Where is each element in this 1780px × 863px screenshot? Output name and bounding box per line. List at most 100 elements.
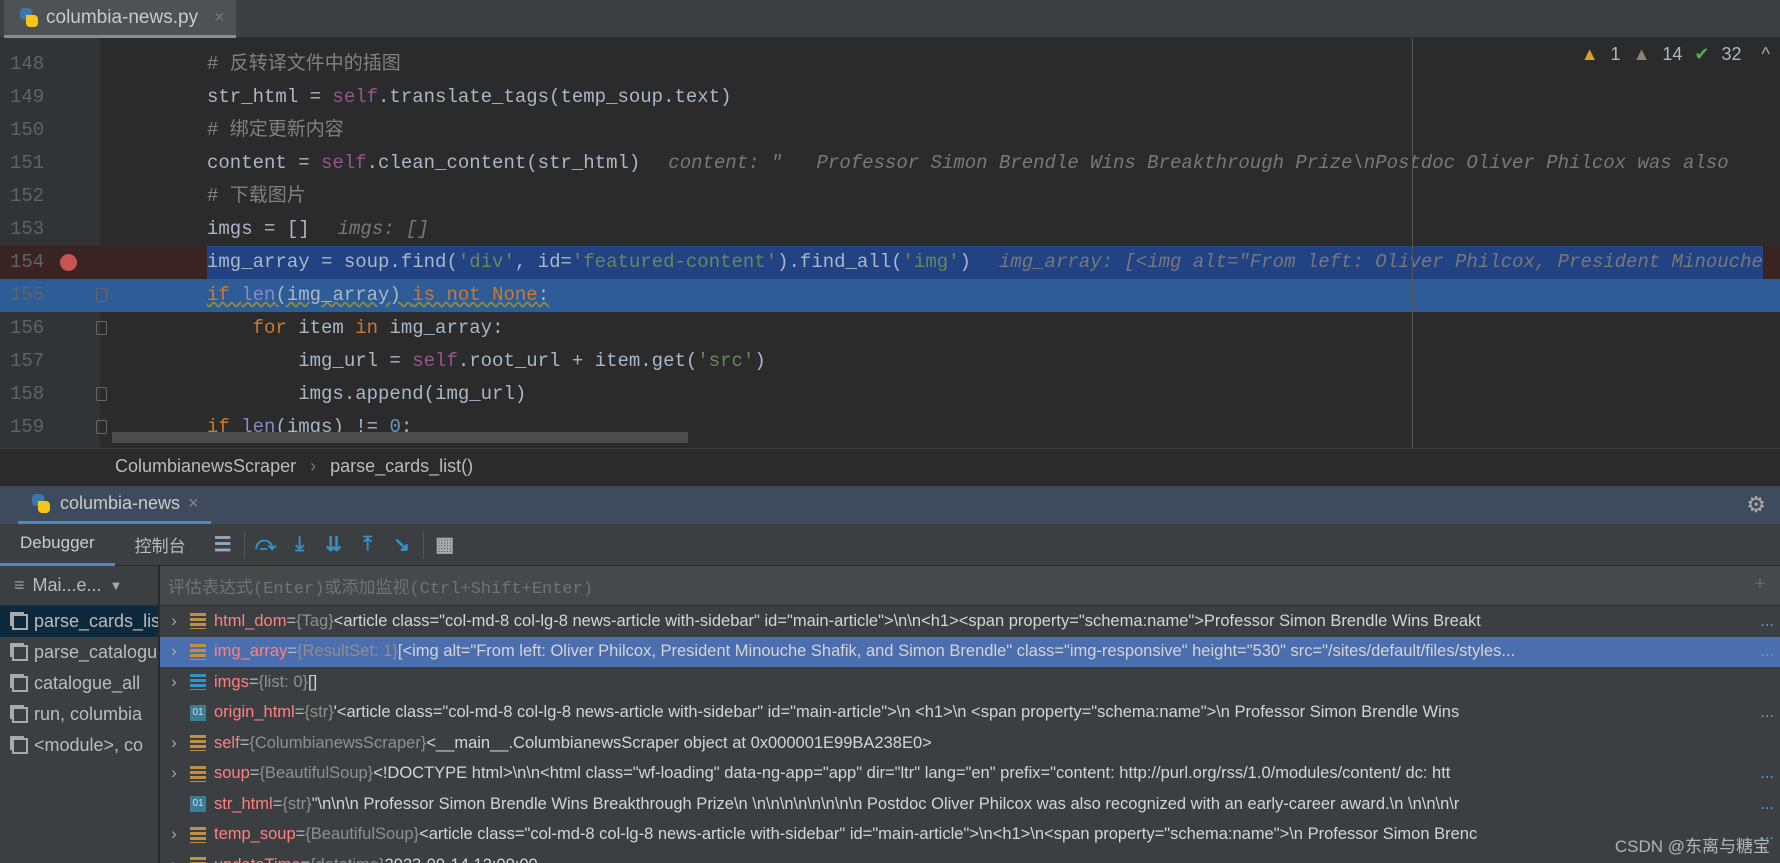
code-line[interactable]: 148 # 反转译文件中的插图 [0,48,1780,81]
step-over-icon[interactable]: ⤼ [249,533,283,556]
expand-chevron-icon[interactable]: › [162,856,186,863]
variable-row[interactable]: › soup = {BeautifulSoup} <!DOCTYPE html>\… [160,759,1780,790]
variable-row[interactable]: › html_dom = {Tag} <article class="col-md… [160,606,1780,637]
expand-chevron-icon[interactable]: › [162,612,186,631]
code-line[interactable]: 150 # 绑定更新内容 [0,114,1780,147]
expand-chevron-icon[interactable]: › [162,825,186,844]
frame-label: <module>, co [34,735,144,755]
add-watch-icon[interactable]: + [1754,574,1766,597]
code-line[interactable]: 151 content = self.clean_content(str_html… [0,147,1780,180]
variable-row[interactable]: ›updateTime = {datetime} 2023-09-14 12:0… [160,850,1780,863]
close-tab-icon[interactable]: × [214,7,225,28]
tab-console[interactable]: 控制台 [115,524,206,566]
variable-row[interactable]: 01 origin_html = {str} '<article class="c… [160,698,1780,729]
code-line[interactable]: 152 # 下载图片 [0,180,1780,213]
collapse-icon[interactable]: ^ [1762,44,1770,65]
variable-row[interactable]: › imgs = {list: 0} [] [160,667,1780,698]
view-more-link[interactable]: ... [1754,642,1780,662]
code-token: img_array = soup.find( [207,251,458,273]
line-number[interactable]: 151 [10,147,50,180]
stack-frame[interactable]: parse_cards_list [0,606,158,637]
line-number[interactable]: 157 [10,345,50,378]
view-more-link[interactable]: ... [1754,703,1780,723]
evaluate-expression-icon[interactable]: ▦ [428,532,462,557]
code-line[interactable]: 149 str_html = self.translate_tags(temp_s… [0,81,1780,114]
code-line[interactable]: 153 imgs = [] imgs: [] [0,213,1780,246]
line-number[interactable]: 155 [10,279,50,312]
code-token: .clean_content(str_html) [366,152,641,174]
object-type-icon [190,613,206,630]
file-tab[interactable]: columbia-news.py × [4,0,236,38]
code-editor[interactable]: 148 # 反转译文件中的插图 149 str_html = self.transla… [0,38,1780,448]
view-more-link[interactable]: ... [1754,794,1780,814]
line-number[interactable]: 158 [10,378,50,411]
tab-debugger[interactable]: Debugger [0,524,115,566]
fold-marker-icon[interactable] [96,321,107,335]
variable-value: 2023-09-14 12:00:00 [384,856,537,863]
run-to-cursor-icon[interactable]: ↘ [385,532,419,557]
step-into-my-code-icon[interactable]: ⇊ [317,532,351,557]
variable-name: self [214,733,240,752]
frame-icon [12,675,28,692]
variable-row[interactable]: › self = {ColumbianewsScraper} <__main__.… [160,728,1780,759]
step-out-icon[interactable]: ⤒ [351,533,385,556]
debug-session-tab[interactable]: columbia-news × [18,486,211,524]
show-execution-point-icon[interactable]: ☰ [206,532,240,557]
line-number[interactable]: 154 [10,246,50,279]
code-token: str_html = [207,86,333,108]
fold-marker-icon[interactable] [96,420,107,434]
expand-chevron-icon[interactable]: › [162,734,186,753]
stack-frame[interactable]: <module>, co [0,730,158,761]
line-number[interactable]: 156 [10,312,50,345]
code-line[interactable]: 155 if len(img_array) is not None: [0,279,1780,312]
weak-warning-icon: ▲ [1632,44,1651,64]
stack-frame[interactable]: catalogue_all [0,668,158,699]
code-line[interactable]: 154 img_array = soup.find('div', id='feat… [0,246,1780,279]
step-into-icon[interactable]: ⤓ [283,533,317,556]
close-session-icon[interactable]: × [188,493,199,514]
stack-frame[interactable]: parse_catalogue [0,637,158,668]
debugger-toolbar: Debugger 控制台 ☰ ⤼ ⤓ ⇊ ⤒ ↘ ▦ [0,524,1780,566]
code-token: img_array: [389,317,504,339]
breadcrumb-method[interactable]: parse_cards_list() [330,456,473,477]
breadcrumb: ColumbianewsScraper › parse_cards_list() [0,448,1780,484]
variable-row[interactable]: › temp_soup = {BeautifulSoup} <article cl… [160,820,1780,851]
variable-name: soup [214,764,250,783]
line-number[interactable]: 149 [10,81,50,114]
code-token: self [321,152,367,174]
gear-icon[interactable]: ⚙ [1746,492,1766,518]
view-more-link[interactable]: ... [1754,764,1780,784]
breakpoint-icon[interactable] [60,254,77,271]
frame-icon [12,613,28,630]
fold-marker-icon[interactable] [96,387,107,401]
variable-name: imgs [214,672,249,691]
code-line[interactable]: 158 imgs.append(img_url) [0,378,1780,411]
code-line[interactable]: 156 for item in img_array: [0,312,1780,345]
view-more-link[interactable]: ... [1754,611,1780,631]
variable-row[interactable]: › img_array = {ResultSet: 1} [<img alt="F… [160,636,1780,667]
code-token: imgs.append(img_url) [207,383,527,405]
watermark: CSDN @东离与糖宝 [1614,837,1770,856]
toolbar-divider [243,530,245,559]
toolbar-divider [422,530,424,559]
code-line[interactable]: 157 img_url = self.root_url + item.get('… [0,345,1780,378]
horizontal-scrollbar[interactable] [112,432,688,443]
fold-marker-icon[interactable] [96,288,107,302]
expand-chevron-icon[interactable]: › [162,673,186,692]
line-number[interactable]: 148 [10,48,50,81]
object-type-icon [190,735,206,752]
stack-frame[interactable]: run, columbia [0,699,158,730]
line-number[interactable]: 150 [10,114,50,147]
watch-placeholder: 评估表达式(Enter)或添加监视(Ctrl+Shift+Enter) [168,579,594,599]
breadcrumb-class[interactable]: ColumbianewsScraper [115,456,296,477]
line-number[interactable]: 152 [10,180,50,213]
expand-chevron-icon[interactable]: › [162,642,186,661]
thread-selector[interactable]: ≡ Mai...e... ▼ [0,566,158,606]
expand-chevron-icon[interactable]: › [162,764,186,783]
watch-input[interactable]: 评估表达式(Enter)或添加监视(Ctrl+Shift+Enter) + [160,566,1780,606]
code-token: 'div' [457,251,515,273]
inspection-widget[interactable]: ▲ 1 ▲ 14 ✔ 32 ^ [1581,44,1770,65]
line-number[interactable]: 159 [10,411,50,444]
line-number[interactable]: 153 [10,213,50,246]
variable-row[interactable]: 01 str_html = {str} "\n\n\n Professor Sim… [160,789,1780,820]
